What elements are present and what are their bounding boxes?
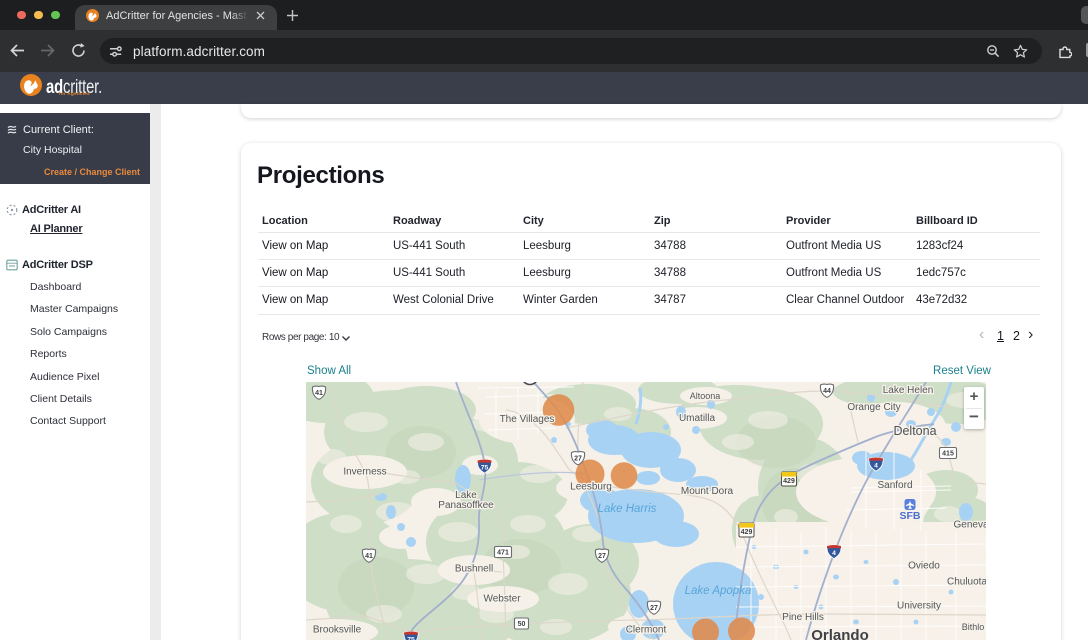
svg-text:50: 50: [518, 621, 526, 628]
svg-text:Webster: Webster: [483, 594, 521, 605]
svg-text:Lake Apopka: Lake Apopka: [685, 585, 752, 597]
svg-text:471: 471: [497, 550, 509, 557]
svg-text:Sanford: Sanford: [877, 480, 912, 491]
svg-text:Orange City: Orange City: [847, 402, 900, 413]
svg-text:Lake Harris: Lake Harris: [598, 503, 657, 515]
svg-text:The Villages: The Villages: [500, 414, 555, 425]
svg-text:41: 41: [365, 553, 373, 560]
svg-text:Clermont: Clermont: [626, 625, 667, 636]
svg-text:Oviedo: Oviedo: [908, 561, 940, 572]
svg-text:Mount Dora: Mount Dora: [681, 486, 734, 497]
svg-text:Leesburg: Leesburg: [570, 482, 612, 493]
svg-text:Deltona: Deltona: [893, 424, 936, 438]
svg-text:27: 27: [598, 553, 606, 560]
svg-text:Panasoffkee: Panasoffkee: [438, 500, 494, 511]
svg-text:Chuluota: Chuluota: [947, 577, 986, 588]
svg-text:27: 27: [574, 456, 582, 463]
svg-text:41: 41: [315, 390, 323, 397]
svg-text:University: University: [897, 601, 941, 612]
svg-text:415: 415: [942, 451, 954, 458]
svg-text:Bushnell: Bushnell: [455, 564, 493, 575]
svg-text:Orlando: Orlando: [811, 627, 869, 640]
svg-text:Umatilla: Umatilla: [679, 413, 716, 424]
svg-text:27: 27: [650, 605, 658, 612]
svg-text:4: 4: [832, 550, 836, 557]
svg-text:Pine Hills: Pine Hills: [782, 612, 824, 623]
svg-text:75: 75: [481, 464, 489, 471]
svg-text:Bithlo: Bithlo: [962, 622, 985, 632]
svg-text:75: 75: [407, 636, 415, 640]
svg-text:Lake Helen: Lake Helen: [883, 385, 934, 396]
svg-text:Altoona: Altoona: [690, 391, 721, 401]
svg-text:429: 429: [741, 529, 753, 536]
svg-text:44: 44: [823, 388, 831, 395]
svg-text:429: 429: [783, 478, 795, 485]
svg-text:Brooksville: Brooksville: [313, 625, 362, 636]
svg-text:SFB: SFB: [900, 510, 921, 522]
svg-text:Geneva: Geneva: [953, 520, 986, 531]
svg-text:4: 4: [874, 462, 878, 469]
svg-text:Inverness: Inverness: [343, 467, 386, 478]
